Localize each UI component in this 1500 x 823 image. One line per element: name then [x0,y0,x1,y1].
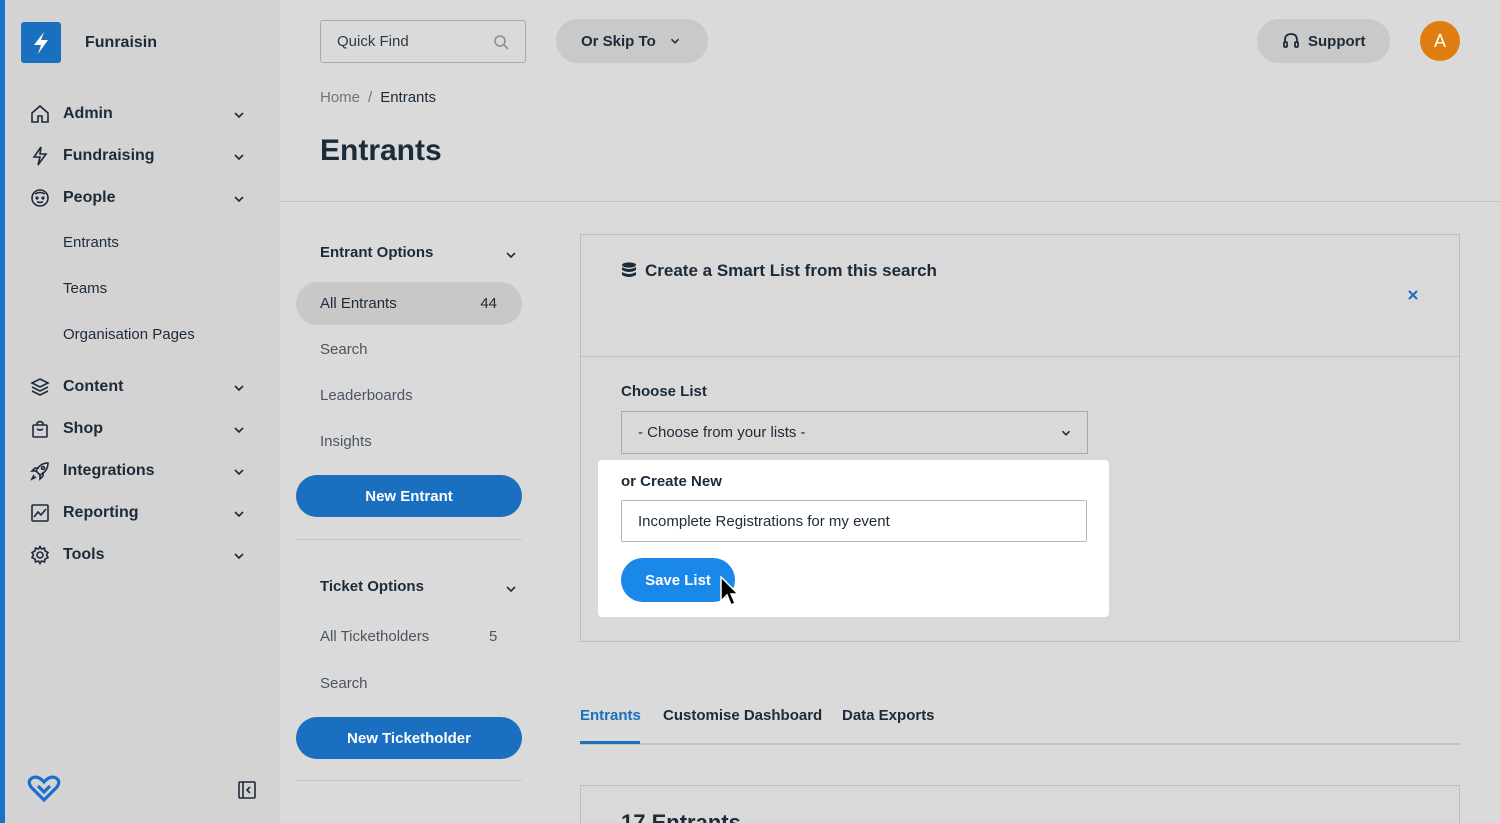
sidebar-item-content[interactable]: Content [5,366,280,408]
entrant-search-link[interactable]: Search [320,341,368,358]
brand-name: Funraisin [85,33,158,51]
tab-data-exports[interactable]: Data Exports [842,707,935,724]
sidebar-item-label: People [63,189,116,206]
smart-list-title-text: Create a Smart List from this search [645,261,937,280]
sidebar-item-tools[interactable]: Tools [5,534,280,576]
results-title: 17 Entrants [621,810,741,823]
support-label: Support [1308,32,1366,50]
chevron-down-icon [234,385,244,392]
database-icon [622,262,636,277]
chevron-down-icon [234,553,244,560]
leaderboards-link[interactable]: Leaderboards [320,387,413,404]
layers-icon [29,376,51,398]
entrant-options-heading[interactable]: Entrant Options [320,244,433,261]
quick-find-input[interactable] [337,33,487,50]
mouse-cursor-icon [720,576,739,607]
search-icon[interactable] [493,34,509,50]
skip-to-label: Or Skip To [581,32,656,50]
new-ticketholder-button[interactable]: New Ticketholder [296,717,522,759]
chevron-down-icon [234,469,244,476]
sidebar-item-fundraising[interactable]: Fundraising [5,135,280,177]
all-ticketholders-count: 5 [489,628,498,645]
results-card: 17 Entrants [580,785,1460,823]
all-entrants-count: 44 [480,295,497,312]
headset-icon [1283,33,1299,48]
breadcrumb-current: Entrants [380,89,437,106]
save-list-button[interactable]: Save List [621,558,735,602]
chevron-down-icon [234,511,244,518]
header-divider [280,201,1500,202]
page-title: Entrants [320,134,442,167]
sidebar-item-shop[interactable]: Shop [5,408,280,450]
chevron-down-icon [234,112,244,119]
chevron-down-icon [234,154,244,161]
sidebar-item-people[interactable]: People [5,177,280,219]
breadcrumb-home[interactable]: Home [320,89,360,106]
sidebar-item-label: Fundraising [63,147,155,164]
chevron-down-icon[interactable] [503,247,519,263]
ticket-options-heading[interactable]: Ticket Options [320,578,424,595]
home-icon [29,103,51,125]
chevron-down-icon[interactable] [503,581,519,597]
sidebar-item-label: Admin [63,105,113,122]
sidebar-item-admin[interactable]: Admin [5,93,280,135]
brand[interactable]: Funraisin [21,22,157,63]
insights-link[interactable]: Insights [320,433,372,450]
active-tab-indicator [580,741,640,744]
all-entrants-label: All Entrants [320,295,397,312]
sidebar: Funraisin Admin Fundraising People Entra… [0,0,280,823]
options-divider [296,539,522,540]
chart-icon [29,502,51,524]
chevron-down-icon [234,427,244,434]
tab-customise-dashboard[interactable]: Customise Dashboard [663,707,822,724]
bag-icon [29,418,51,440]
sidebar-item-label: Reporting [63,504,139,521]
new-entrant-button[interactable]: New Entrant [296,475,522,517]
choose-list-label: Choose List [621,383,707,400]
breadcrumb: Home / Entrants [320,89,436,106]
all-ticketholders-link[interactable]: All Ticketholders [320,628,429,645]
sidebar-item-reporting[interactable]: Reporting [5,492,280,534]
sidebar-item-label: Shop [63,420,103,437]
options-divider [296,780,522,781]
bolt-icon [29,145,51,167]
choose-list-value: - Choose from your lists - [638,424,806,441]
skip-to-dropdown[interactable]: Or Skip To [556,19,708,63]
sidebar-subitem-organisation-pages[interactable]: Organisation Pages [5,311,280,357]
sidebar-subitem-entrants[interactable]: Entrants [5,219,280,265]
rocket-icon [29,460,51,482]
sidebar-item-integrations[interactable]: Integrations [5,450,280,492]
new-list-name-input[interactable] [621,500,1087,542]
gear-icon [29,544,51,566]
close-icon[interactable] [1405,287,1421,303]
collapse-sidebar-icon[interactable] [237,780,257,800]
ticket-search-link[interactable]: Search [320,675,368,692]
create-new-list-box: or Create New Save List [598,460,1109,617]
tab-bar: Entrants Customise Dashboard Data Export… [580,700,1460,745]
smart-list-title: Create a Smart List from this search [621,261,937,281]
heart-logo-icon [27,775,61,803]
panel-divider [581,356,1459,357]
tab-entrants[interactable]: Entrants [580,707,641,724]
sidebar-nav: Admin Fundraising People Entrants Teams … [5,93,280,576]
avatar[interactable]: A [1420,21,1460,61]
support-button[interactable]: Support [1257,19,1390,63]
sidebar-item-label: Content [63,378,124,395]
sidebar-footer [5,775,280,805]
chevron-down-icon [670,38,679,44]
sidebar-item-label: Tools [63,546,105,563]
create-new-label: or Create New [621,473,722,490]
sidebar-item-label: Integrations [63,462,155,479]
all-entrants-item[interactable]: All Entrants 44 [296,282,522,325]
chevron-down-icon [234,196,244,203]
quick-find[interactable] [320,20,526,63]
face-icon [29,187,51,209]
brand-logo-icon [21,22,61,63]
people-submenu: Entrants Teams Organisation Pages [5,219,280,357]
breadcrumb-separator: / [368,89,373,106]
choose-list-select[interactable]: - Choose from your lists - [621,411,1088,454]
sidebar-subitem-teams[interactable]: Teams [5,265,280,311]
chevron-down-icon [1061,430,1071,436]
